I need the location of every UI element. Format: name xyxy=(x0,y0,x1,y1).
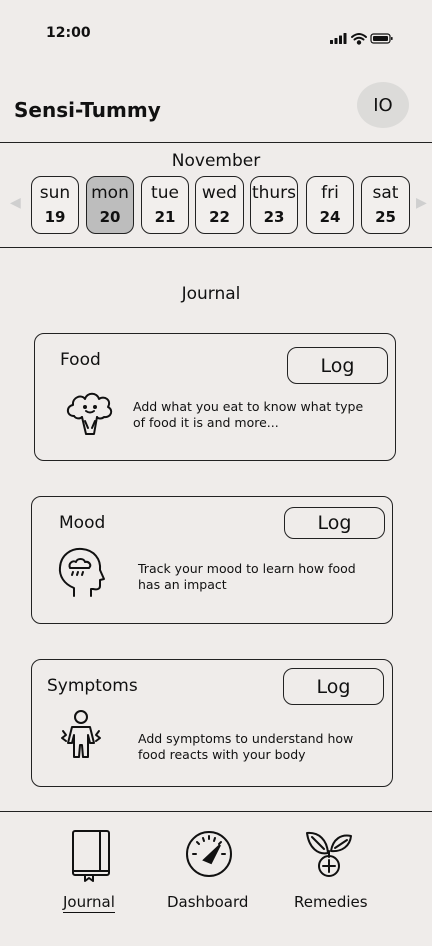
day-fri[interactable]: fri 24 xyxy=(306,176,354,234)
mood-log-button[interactable]: Log xyxy=(284,507,385,539)
nav-dashboard-label[interactable]: Dashboard xyxy=(167,893,248,911)
day-sat[interactable]: sat 25 xyxy=(361,176,410,234)
mood-card-title: Mood xyxy=(59,513,106,533)
day-name: wed xyxy=(201,182,238,203)
day-number: 21 xyxy=(154,207,176,226)
calendar-divider xyxy=(0,247,432,248)
food-log-button[interactable]: Log xyxy=(287,347,388,384)
gauge-icon xyxy=(186,831,232,877)
book-icon xyxy=(72,830,110,882)
nav-divider xyxy=(0,811,432,812)
day-number: 22 xyxy=(209,207,230,226)
symptoms-card-description: Add symptoms to understand how food reac… xyxy=(138,731,354,762)
day-tue[interactable]: tue 21 xyxy=(141,176,189,234)
signal-icon xyxy=(330,33,347,44)
symptoms-card-title: Symptoms xyxy=(47,676,138,696)
mood-card-description: Track your mood to learn how food has an… xyxy=(138,561,356,592)
prev-week-icon[interactable]: ◀ xyxy=(10,195,21,211)
day-number: 20 xyxy=(99,207,121,226)
day-name: tue xyxy=(151,182,179,203)
nav-remedies[interactable] xyxy=(269,829,389,881)
day-name: sun xyxy=(39,182,71,203)
day-thurs[interactable]: thurs 23 xyxy=(250,176,298,234)
head-cloud-icon xyxy=(58,547,105,597)
food-card-description: Add what you eat to know what type of fo… xyxy=(133,399,364,430)
nav-journal[interactable] xyxy=(31,828,151,886)
nav-dashboard[interactable] xyxy=(149,829,269,883)
day-name: thurs xyxy=(251,182,297,203)
symptoms-log-button[interactable]: Log xyxy=(283,668,384,705)
day-sun[interactable]: sun 19 xyxy=(31,176,79,234)
calendar-month: November xyxy=(171,151,261,171)
day-name: sat xyxy=(372,182,399,203)
day-wed[interactable]: wed 22 xyxy=(195,176,244,234)
day-number: 19 xyxy=(44,207,66,226)
header-divider xyxy=(0,142,432,143)
status-icons xyxy=(330,33,393,45)
nav-journal-label[interactable]: Journal xyxy=(63,893,115,913)
app-title: Sensi-Tummy xyxy=(14,98,161,122)
day-name: fri xyxy=(321,182,339,203)
food-card-title: Food xyxy=(60,350,101,370)
avatar[interactable]: IO xyxy=(357,82,409,128)
nav-remedies-label[interactable]: Remedies xyxy=(294,893,368,911)
next-week-icon[interactable]: ▶ xyxy=(416,195,427,211)
status-time: 12:00 xyxy=(46,25,91,41)
plant-plus-icon xyxy=(306,831,352,877)
body-pain-icon xyxy=(61,710,101,758)
wifi-icon xyxy=(351,33,367,45)
journal-title: Journal xyxy=(181,284,241,304)
day-name: mon xyxy=(91,182,129,203)
battery-icon xyxy=(370,33,393,44)
day-number: 24 xyxy=(319,207,341,226)
broccoli-icon xyxy=(66,392,113,435)
day-mon[interactable]: mon 20 xyxy=(86,176,134,234)
day-number: 23 xyxy=(263,207,285,226)
day-number: 25 xyxy=(375,207,396,226)
